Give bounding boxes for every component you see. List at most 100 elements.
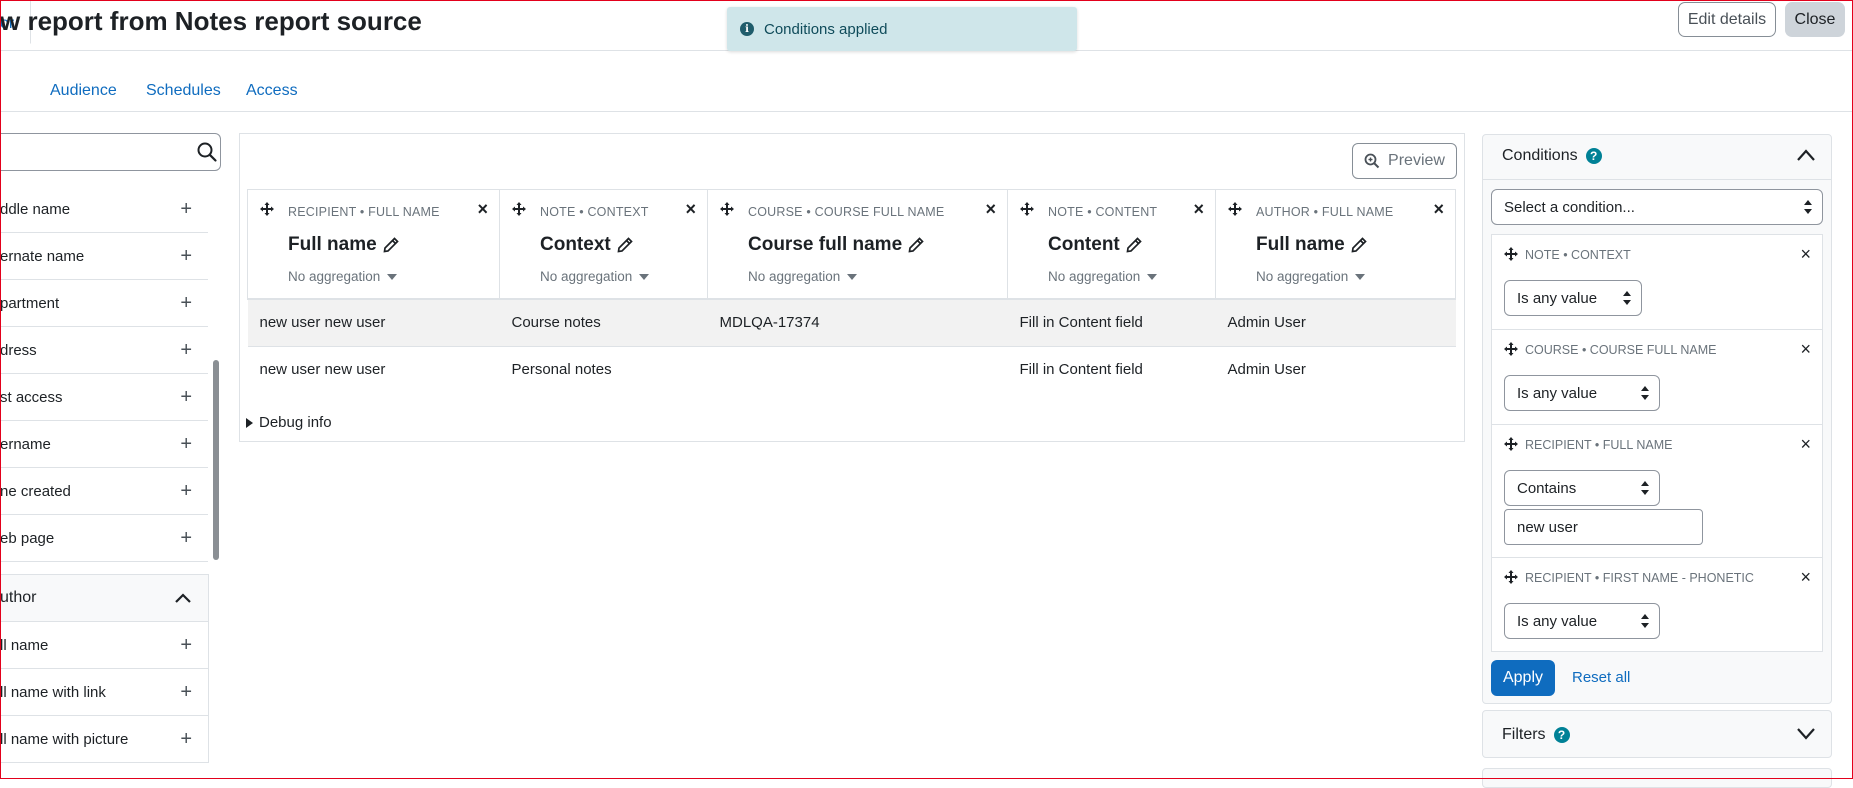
sidebar-scrollbar[interactable]: [213, 360, 219, 560]
condition-operator-select[interactable]: Is any value: [1504, 280, 1642, 316]
close-icon[interactable]: ×: [1800, 434, 1811, 455]
close-icon[interactable]: ×: [1193, 199, 1204, 220]
debug-info-toggle[interactable]: Debug info: [246, 414, 332, 431]
add-icon[interactable]: +: [180, 198, 192, 221]
sidebar-item[interactable]: dress +: [0, 327, 208, 374]
chevron-up-icon[interactable]: [174, 592, 192, 604]
tab-audience[interactable]: Audience: [50, 82, 117, 100]
condition-operator-select[interactable]: Is any value: [1504, 603, 1660, 639]
preview-button[interactable]: Preview: [1352, 143, 1457, 179]
table-cell: Fill in Content field: [1007, 299, 1216, 347]
sidebar-item[interactable]: st access +: [0, 374, 208, 421]
add-icon[interactable]: +: [180, 681, 192, 704]
sidebar-item[interactable]: ddle name +: [0, 186, 208, 233]
sidebar-item[interactable]: partment +: [0, 280, 208, 327]
preview-label: Preview: [1388, 152, 1445, 169]
sidebar-field-list: ddle name + ernate name + partment + dress +…: [0, 186, 208, 562]
column-title[interactable]: Context: [540, 234, 633, 256]
move-icon[interactable]: [1020, 202, 1034, 216]
column-title[interactable]: Full name: [1256, 234, 1367, 256]
column-title[interactable]: Full name: [288, 234, 399, 256]
condition-operator-select[interactable]: Is any value: [1504, 375, 1660, 411]
table-row: new user new user Personal notes Fill in…: [248, 346, 1456, 393]
condition-item: NOTE • CONTEXT × Is any value: [1492, 235, 1822, 330]
sidebar-item-label: ll name with link: [0, 683, 106, 701]
search-input[interactable]: [0, 133, 221, 171]
aggregation-select[interactable]: No aggregation: [1256, 269, 1366, 284]
sidebar-item[interactable]: ll name with link +: [0, 669, 208, 716]
aggregation-select[interactable]: No aggregation: [748, 269, 858, 284]
table-cell: [708, 346, 1008, 393]
column-source: NOTE • CONTEXT: [540, 205, 649, 219]
aggregation-select[interactable]: No aggregation: [540, 269, 650, 284]
sidebar-item[interactable]: ername +: [0, 421, 208, 468]
tab-access[interactable]: Access: [246, 82, 298, 100]
select-arrows-icon: [1804, 200, 1812, 214]
add-icon[interactable]: +: [180, 728, 192, 751]
add-icon[interactable]: +: [180, 480, 192, 503]
conditions-list: NOTE • CONTEXT × Is any value COURSE • C…: [1491, 234, 1823, 652]
column-title[interactable]: Content: [1048, 234, 1142, 256]
condition-label: COURSE • COURSE FULL NAME: [1525, 343, 1717, 357]
operator-value: Is any value: [1517, 289, 1598, 307]
section-header[interactable]: uthor: [0, 575, 208, 622]
help-icon[interactable]: ?: [1585, 148, 1602, 164]
move-icon[interactable]: [720, 202, 734, 216]
apply-button[interactable]: Apply: [1491, 660, 1555, 696]
close-button[interactable]: Close: [1785, 2, 1845, 37]
close-icon[interactable]: ×: [685, 199, 696, 220]
pencil-icon[interactable]: [383, 237, 399, 253]
sidebar-item[interactable]: ernate name +: [0, 233, 208, 280]
edit-details-button[interactable]: Edit details: [1678, 2, 1776, 37]
move-icon[interactable]: [1504, 247, 1518, 261]
move-icon[interactable]: [1504, 342, 1518, 356]
close-icon[interactable]: ×: [1800, 567, 1811, 588]
pencil-icon[interactable]: [1351, 237, 1367, 253]
aggregation-label: No aggregation: [1048, 269, 1141, 284]
add-icon[interactable]: +: [180, 527, 192, 550]
toast-message: Conditions applied: [764, 20, 888, 38]
condition-value-input[interactable]: new user: [1504, 509, 1703, 545]
add-icon[interactable]: +: [180, 386, 192, 409]
sidebar-item-label: dress: [0, 341, 37, 359]
close-icon[interactable]: ×: [985, 199, 996, 220]
aggregation-select[interactable]: No aggregation: [1048, 269, 1158, 284]
move-icon[interactable]: [1228, 202, 1242, 216]
close-icon[interactable]: ×: [1433, 199, 1444, 220]
add-icon[interactable]: +: [180, 634, 192, 657]
chevron-down-icon[interactable]: [1796, 726, 1816, 740]
close-icon[interactable]: ×: [1800, 244, 1811, 265]
sidebar-item[interactable]: eb page +: [0, 515, 208, 562]
page-title: w report from Notes report source: [0, 6, 422, 36]
move-icon[interactable]: [512, 202, 526, 216]
pencil-icon[interactable]: [908, 237, 924, 253]
add-icon[interactable]: +: [180, 339, 192, 362]
aggregation-select[interactable]: No aggregation: [288, 269, 398, 284]
column-title[interactable]: Course full name: [748, 234, 924, 256]
pencil-icon[interactable]: [617, 237, 633, 253]
tab-schedules[interactable]: Schedules: [146, 82, 221, 100]
move-icon[interactable]: [260, 202, 274, 216]
help-icon[interactable]: ?: [1553, 727, 1570, 743]
sidebar-item[interactable]: ll name +: [0, 622, 208, 669]
sidebar-item[interactable]: ll name with picture +: [0, 716, 208, 763]
sidebar-item[interactable]: ne created +: [0, 468, 208, 515]
condition-item: RECIPIENT • FULL NAME × Contains new use…: [1492, 425, 1822, 558]
search-icon[interactable]: [196, 141, 218, 163]
chevron-up-icon[interactable]: [1796, 148, 1816, 162]
close-icon[interactable]: ×: [477, 199, 488, 220]
add-icon[interactable]: +: [180, 433, 192, 456]
move-icon[interactable]: [1504, 437, 1518, 451]
add-icon[interactable]: +: [180, 292, 192, 315]
condition-operator-select[interactable]: Contains: [1504, 470, 1660, 506]
add-icon[interactable]: +: [180, 245, 192, 268]
operator-value: Is any value: [1517, 384, 1598, 402]
reset-all-link[interactable]: Reset all: [1572, 669, 1630, 686]
debug-info-label: Debug info: [259, 414, 332, 431]
close-icon[interactable]: ×: [1800, 339, 1811, 360]
caret-down-icon: [387, 274, 398, 281]
info-icon: i: [740, 22, 754, 36]
select-condition-dropdown[interactable]: Select a condition...: [1491, 189, 1823, 225]
pencil-icon[interactable]: [1126, 237, 1142, 253]
move-icon[interactable]: [1504, 570, 1518, 584]
